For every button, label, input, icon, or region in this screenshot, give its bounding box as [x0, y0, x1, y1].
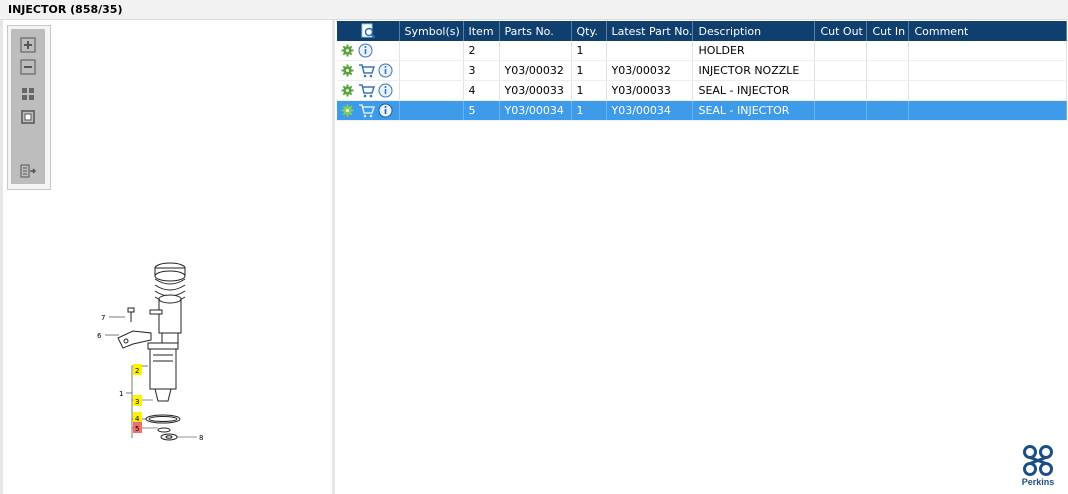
column-header-cut-out[interactable]: Cut Out	[814, 21, 868, 41]
column-header-description[interactable]: Description	[692, 21, 816, 41]
perkins-logo: Perkins	[1018, 444, 1058, 488]
cell-cut-in	[866, 100, 910, 121]
cell-parts-no: Y03/00032	[499, 60, 572, 81]
cell-cut-in	[866, 60, 910, 81]
cell-comment	[908, 100, 1068, 121]
cell-cut-out	[814, 41, 868, 61]
column-header-parts-no[interactable]: Parts No.	[499, 21, 572, 41]
table-row[interactable]: 3 Y03/00032 1 Y03/00032 INJECTOR NOZZLE	[337, 60, 1068, 81]
cell-symbols	[399, 41, 464, 61]
gear-icon[interactable]	[341, 84, 354, 97]
cell-item: 4	[463, 80, 500, 101]
actual-size-icon	[21, 110, 35, 124]
column-header-latest-part-no[interactable]: Latest Part No.	[606, 21, 694, 41]
parts-table: Symbol(s) Item Parts No. Qty. Latest Par…	[337, 21, 1068, 121]
injector-diagram[interactable]: 7 6 2 1 3 4 5 8	[93, 255, 223, 445]
cart-icon[interactable]	[358, 103, 375, 118]
export-button[interactable]	[18, 161, 38, 181]
cell-latest-part-no: Y03/00033	[606, 80, 694, 101]
cell-cut-out	[814, 80, 868, 101]
cell-symbols	[399, 100, 464, 121]
cell-description: SEAL - INJECTOR	[692, 100, 816, 121]
cell-parts-no: Y03/00034	[499, 100, 572, 121]
cart-icon[interactable]	[358, 63, 375, 78]
injector-illustration	[117, 262, 186, 441]
callout-label[interactable]: 1	[119, 390, 123, 398]
fit-page-button[interactable]	[18, 84, 38, 104]
cell-latest-part-no	[606, 41, 694, 61]
cell-cut-out	[814, 100, 868, 121]
brand-name: Perkins	[1021, 477, 1055, 487]
zoom-toolbox	[7, 25, 51, 190]
info-icon[interactable]	[378, 83, 393, 98]
table-header-row: Symbol(s) Item Parts No. Qty. Latest Par…	[337, 21, 1068, 41]
row-actions	[337, 100, 400, 121]
column-header-search[interactable]	[337, 21, 400, 41]
column-header-cut-in[interactable]: Cut In	[866, 21, 910, 41]
cell-qty: 1	[571, 60, 607, 81]
cell-cut-out	[814, 60, 868, 81]
cell-description: INJECTOR NOZZLE	[692, 60, 816, 81]
parts-list-pane: Symbol(s) Item Parts No. Qty. Latest Par…	[335, 20, 1068, 494]
cell-parts-no	[499, 41, 572, 61]
zoom-in-button[interactable]	[18, 35, 38, 55]
table-row[interactable]: 2 1 HOLDER	[337, 41, 1068, 61]
callout-label[interactable]: 3	[135, 398, 139, 406]
info-icon[interactable]	[378, 63, 393, 78]
cell-cut-in	[866, 80, 910, 101]
page-title: INJECTOR (858/35)	[8, 3, 123, 16]
cell-symbols	[399, 80, 464, 101]
zoom-out-button[interactable]	[18, 57, 38, 77]
zoom-out-icon	[20, 59, 36, 75]
column-header-qty[interactable]: Qty.	[571, 21, 607, 41]
callout-label[interactable]: 8	[199, 434, 203, 442]
cell-symbols	[399, 60, 464, 81]
illustration-pane[interactable]: 7 6 2 1 3 4 5 8	[3, 20, 332, 494]
gear-icon[interactable]	[341, 104, 354, 117]
export-icon	[20, 164, 37, 178]
info-icon[interactable]	[378, 103, 393, 118]
gear-icon[interactable]	[341, 44, 354, 57]
cell-latest-part-no: Y03/00032	[606, 60, 694, 81]
column-header-symbols[interactable]: Symbol(s)	[399, 21, 464, 41]
gear-icon[interactable]	[341, 64, 354, 77]
cell-comment	[908, 60, 1068, 81]
row-actions	[337, 60, 400, 81]
perkins-logo-icon	[1023, 445, 1053, 476]
table-row[interactable]: 4 Y03/00033 1 Y03/00033 SEAL - INJECTOR	[337, 80, 1068, 101]
column-header-comment[interactable]: Comment	[908, 21, 1068, 41]
cell-comment	[908, 80, 1068, 101]
table-row-selected[interactable]: 5 Y03/00034 1 Y03/00034 SEAL - INJECTOR	[337, 100, 1068, 121]
cell-qty: 1	[571, 80, 607, 101]
fit-page-icon	[22, 88, 34, 100]
cell-cut-in	[866, 41, 910, 61]
cell-latest-part-no: Y03/00034	[606, 100, 694, 121]
callout-label[interactable]: 6	[97, 332, 102, 340]
cell-qty: 1	[571, 100, 607, 121]
row-actions	[337, 80, 400, 101]
toolbox-panel	[11, 29, 45, 184]
cell-qty: 1	[571, 41, 607, 61]
cart-icon[interactable]	[358, 83, 375, 98]
cell-item: 3	[463, 60, 500, 81]
column-header-item[interactable]: Item	[463, 21, 500, 41]
info-icon[interactable]	[358, 43, 373, 58]
cell-description: HOLDER	[692, 41, 816, 61]
actual-size-button[interactable]	[18, 107, 38, 127]
cell-item: 5	[463, 100, 500, 121]
callout-label[interactable]: 4	[135, 415, 140, 423]
row-actions	[337, 41, 400, 61]
search-document-icon	[361, 23, 375, 39]
zoom-in-icon	[20, 37, 36, 53]
cell-description: SEAL - INJECTOR	[692, 80, 816, 101]
callout-label[interactable]: 7	[101, 314, 105, 322]
callout-label[interactable]: 2	[135, 367, 139, 375]
callout-label[interactable]: 5	[135, 425, 139, 433]
title-bar: INJECTOR (858/35)	[0, 0, 1068, 20]
cell-item: 2	[463, 41, 500, 61]
cell-parts-no: Y03/00033	[499, 80, 572, 101]
cell-comment	[908, 41, 1068, 61]
